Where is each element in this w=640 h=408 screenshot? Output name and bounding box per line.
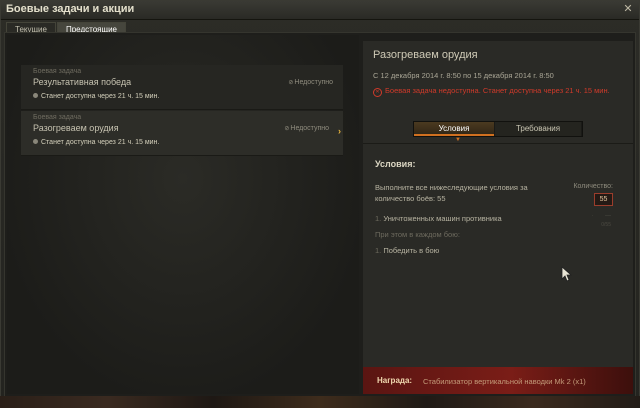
- details-title: Разогреваем орудия: [373, 49, 478, 61]
- status-dot-icon: [33, 93, 38, 98]
- chevron-right-icon: ›: [338, 126, 341, 136]
- tab-requirements[interactable]: Требования: [495, 122, 581, 136]
- warning-icon: ✕: [373, 88, 382, 97]
- details-toggle: Условия Требования: [413, 121, 583, 137]
- quests-window: Боевые задачи и акции ✕ Текущие Предстоящ…: [0, 0, 640, 408]
- unavailable-warning: ✕ Боевая задача недоступна. Станет доступ…: [373, 86, 623, 97]
- condition-text: Уничтоженных машин противника: [383, 214, 502, 223]
- condition-number: 1.: [375, 246, 382, 255]
- window-title: Боевые задачи и акции: [6, 3, 135, 15]
- task-status-text: Станет доступна через 21 ч. 15 мин.: [41, 139, 160, 146]
- condition-item: 1. Уничтоженных машин противника: [375, 214, 502, 223]
- quantity-value: 55: [594, 193, 613, 206]
- condition-text: Победить в бою: [383, 246, 440, 255]
- task-status-text: Станет доступна через 21 ч. 15 мин.: [41, 93, 160, 100]
- task-item[interactable]: Боевая задача Результативная победа ⊘Нед…: [21, 65, 343, 110]
- divider: [363, 143, 633, 144]
- details-dates: С 12 декабря 2014 г. 8:50 по 15 декабря …: [373, 71, 554, 80]
- cursor-icon: [561, 266, 573, 282]
- task-item-selected[interactable]: Боевая задача Разогреваем орудия ⊘Недост…: [21, 111, 343, 156]
- warning-text: Боевая задача недоступна. Станет доступн…: [385, 86, 610, 95]
- quantity-label: Количество:: [573, 183, 613, 190]
- status-dot-icon: [33, 139, 38, 144]
- progress-indicator: · —: [591, 213, 611, 219]
- progress-value: 0/55: [601, 222, 611, 228]
- task-type: Боевая задача: [33, 68, 82, 75]
- each-battle-item: 1. Победить в бою: [375, 246, 439, 255]
- task-list: Боевая задача Результативная победа ⊘Нед…: [7, 35, 359, 394]
- main-panel: Боевая задача Результативная победа ⊘Нед…: [4, 32, 636, 397]
- task-status: Станет доступна через 21 ч. 15 мин.: [33, 139, 159, 146]
- unavailable-icon: ⊘: [288, 80, 294, 86]
- close-icon[interactable]: ✕: [622, 3, 634, 15]
- task-details: Разогреваем орудия С 12 декабря 2014 г. …: [363, 41, 633, 394]
- title-bar: Боевые задачи и акции ✕: [1, 1, 639, 20]
- availability-label: ⊘Недоступно: [284, 125, 329, 132]
- task-status: Станет доступна через 21 ч. 15 мин.: [33, 93, 159, 100]
- task-type: Боевая задача: [33, 114, 82, 121]
- reward-value: Стабилизатор вертикальной наводки Mk 2 (…: [423, 377, 586, 386]
- tab-conditions[interactable]: Условия: [414, 122, 494, 136]
- conditions-text: Выполните все нижеследующие условия за к…: [375, 183, 528, 203]
- tab-bar: Текущие Предстоящие: [6, 19, 127, 36]
- reward-label: Награда:: [377, 376, 413, 385]
- reward-bar: Награда: Стабилизатор вертикальной навод…: [363, 367, 633, 394]
- background-strip: [0, 396, 640, 408]
- condition-number: 1.: [375, 214, 382, 223]
- availability-text: Недоступно: [294, 79, 333, 86]
- task-name: Результативная победа: [33, 77, 132, 87]
- availability-label: ⊘Недоступно: [288, 79, 333, 86]
- availability-text: Недоступно: [290, 125, 329, 132]
- conditions-heading: Условия:: [375, 159, 416, 169]
- each-battle-label: При этом в каждом бою:: [375, 230, 460, 239]
- unavailable-icon: ⊘: [284, 126, 290, 132]
- task-name: Разогреваем орудия: [33, 123, 119, 133]
